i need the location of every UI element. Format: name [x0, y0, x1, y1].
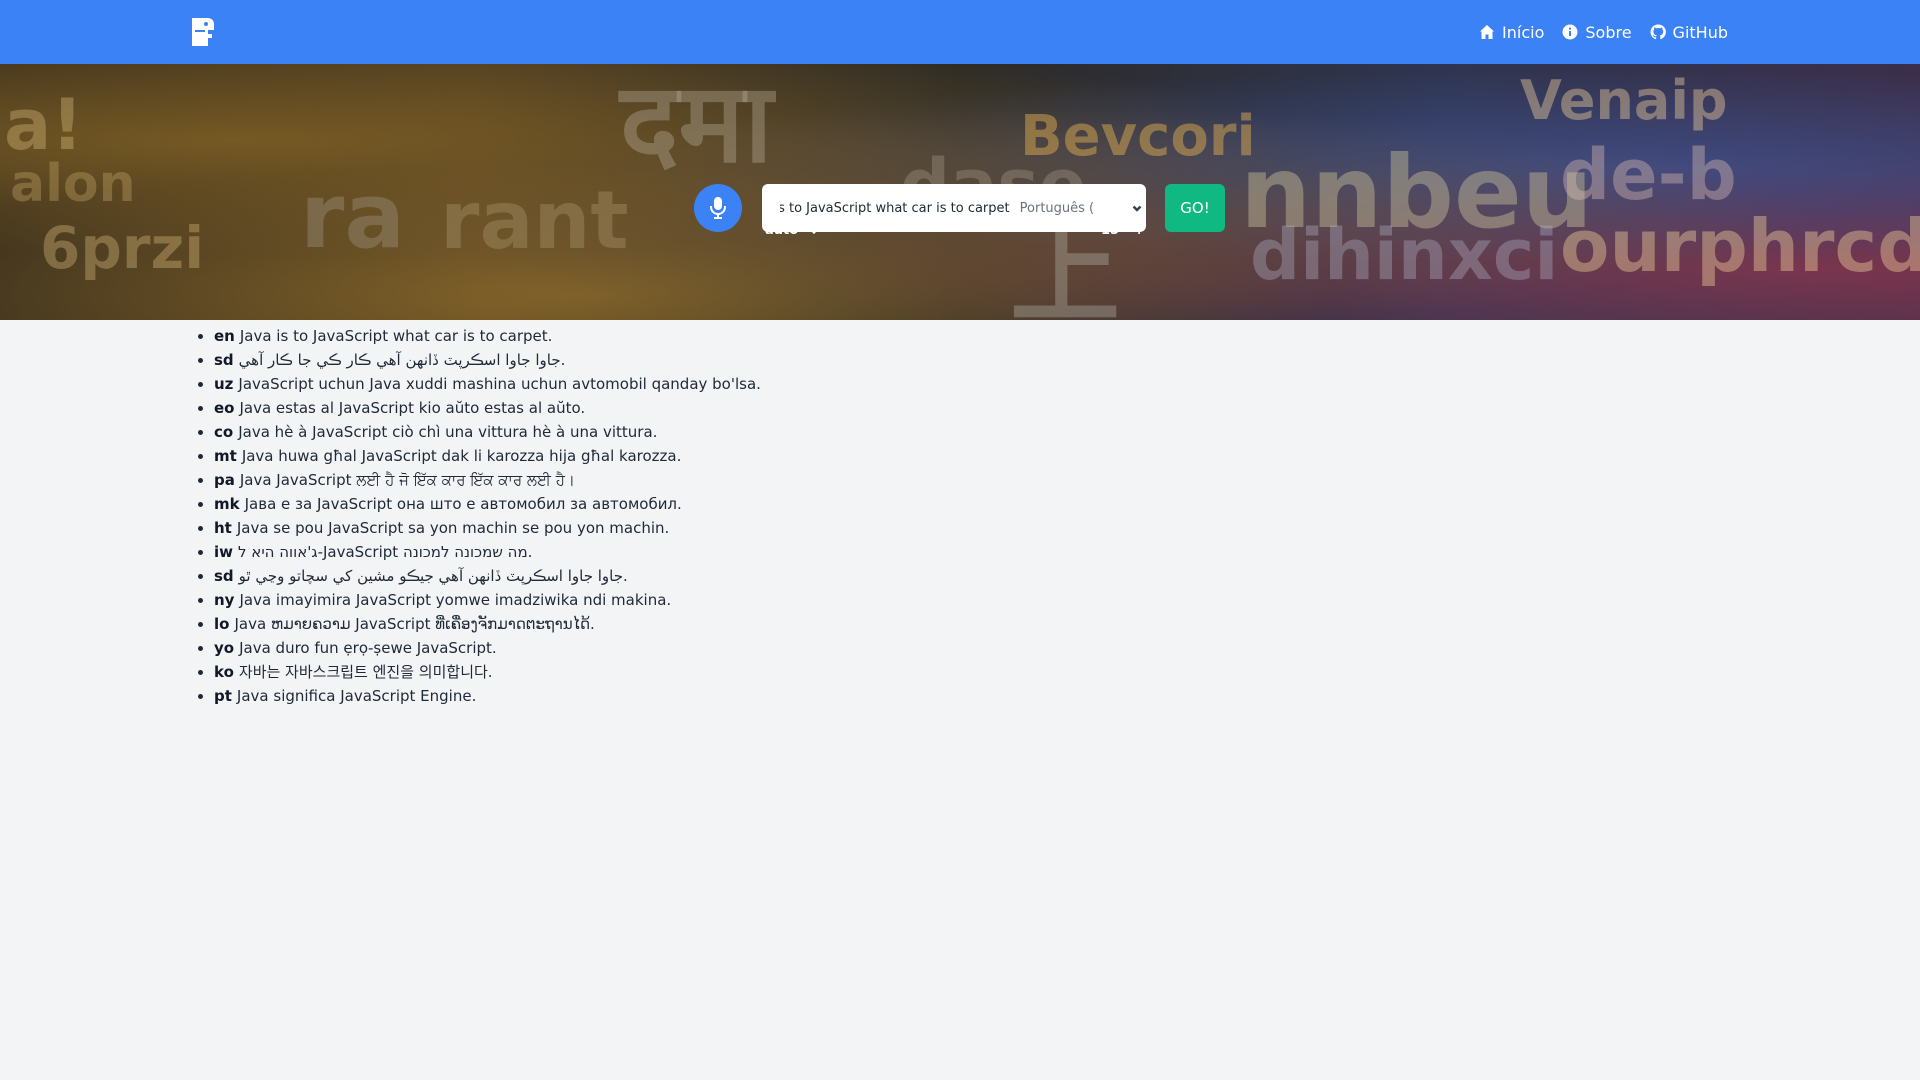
language-code: mt — [214, 447, 237, 465]
translated-text: Java significa JavaScript Engine. — [236, 687, 477, 705]
nav-link-inicio-label: Início — [1502, 22, 1545, 42]
translated-text: جاوا جاوا اسڪرپٽ ڏانهن آهي ڪار ڪي جا ڪار… — [238, 351, 566, 369]
list-item: loJava ຫມາຍຄວາມ JavaScript ທີ່ເຄື່ອງຈັກມ… — [214, 612, 761, 636]
translated-text: Java se pou JavaScript sa yon machin se … — [236, 519, 670, 537]
top-navbar: Início Sobre GitHub — [0, 0, 1920, 64]
language-code: mk — [214, 495, 240, 513]
language-code: ko — [214, 663, 234, 681]
language-code: ny — [214, 591, 235, 609]
translated-text: Java is to JavaScript what car is to car… — [239, 327, 553, 345]
list-item: ko자바는 자바스크립트 엔진을 의미합니다. — [214, 660, 761, 684]
home-icon — [1480, 25, 1495, 39]
microphone-icon — [710, 197, 726, 219]
translated-text: Java duro fun ẹrọ-ṣewe JavaScript. — [239, 639, 497, 657]
language-code: co — [214, 423, 234, 441]
list-item: eoJava estas al JavaScript kio aŭto esta… — [214, 396, 761, 420]
nav-link-inicio[interactable]: Início — [1479, 23, 1544, 42]
translated-text: ג'אווה היא ל-JavaScript מה שמכונה למכונה… — [238, 543, 533, 561]
translated-text: جاوا جاوا اسڪرپٽ ڏانهن آهي جيڪو مشين کي … — [238, 567, 628, 585]
list-item: yoJava duro fun ẹrọ-ṣewe JavaScript. — [214, 636, 761, 660]
list-item: iw ג'אווה היא ל-JavaScript מה שמכונה למכו… — [214, 540, 761, 564]
list-item: coJava hè à JavaScript ciò chì una vittu… — [214, 420, 761, 444]
translated-text: Java hè à JavaScript ciò chì una vittura… — [238, 423, 658, 441]
chevron-down-icon — [1132, 205, 1142, 212]
nav-link-github[interactable]: GitHub — [1650, 23, 1728, 42]
phrase-input[interactable] — [762, 185, 1010, 231]
translated-text: 자바는 자바스크립트 엔진을 의미합니다. — [238, 663, 493, 681]
translate-form: Português ( — [762, 184, 1146, 232]
translated-text: Java huwa għal JavaScript dak li karozza… — [241, 447, 682, 465]
translated-text: JavaScript uchun Java xuddi mashina uchu… — [238, 375, 761, 393]
nav-link-sobre-label: Sobre — [1585, 22, 1632, 42]
go-button[interactable]: GO! — [1165, 184, 1225, 232]
nav-link-sobre[interactable]: Sobre — [1562, 22, 1632, 42]
microphone-button[interactable] — [694, 184, 742, 232]
list-item: enJava is to JavaScript what car is to c… — [214, 324, 761, 348]
language-code: uz — [214, 375, 234, 393]
list-item: paJava JavaScript ਲਈ ਹੈ ਜੋ ਇੱਕ ਕਾਰ ਇੱਕ ਕ… — [214, 468, 761, 492]
language-code: en — [214, 327, 235, 345]
translated-text: Java ຫມາຍຄວາມ JavaScript ທີ່ເຄື່ອງຈັກມາດ… — [234, 615, 595, 633]
language-code: iw — [214, 543, 233, 561]
translated-text: Java JavaScript ਲਈ ਹੈ ਜੋ ਇੱਕ ਕਾਰ ਇੱਕ ਕਾਰ… — [239, 471, 576, 489]
language-code: pt — [214, 687, 232, 705]
translated-text: Java imayimira JavaScript yomwe imadziwi… — [239, 591, 672, 609]
list-item: sdجاوا جاوا اسڪرپٽ ڏانهن آهي ڪار ڪي جا ڪ… — [214, 348, 761, 372]
nav-link-github-label: GitHub — [1672, 22, 1728, 42]
info-icon — [1562, 24, 1578, 40]
language-code: ht — [214, 519, 232, 537]
app-logo-icon[interactable] — [190, 16, 216, 48]
language-code: eo — [214, 399, 235, 417]
list-item: mtJava huwa għal JavaScript dak li karoz… — [214, 444, 761, 468]
target-language-select[interactable]: Português ( — [1010, 185, 1146, 231]
list-item: htJava se pou JavaScript sa yon machin s… — [214, 516, 761, 540]
list-item: sdجاوا جاوا اسڪرپٽ ڏانهن آهي جيڪو مشين ک… — [214, 564, 761, 588]
language-code: pa — [214, 471, 235, 489]
github-icon — [1650, 24, 1666, 40]
language-code: sd — [214, 567, 234, 585]
list-item: nyJava imayimira JavaScript yomwe imadzi… — [214, 588, 761, 612]
translation-results-list: enJava is to JavaScript what car is to c… — [190, 324, 761, 708]
translated-text: Јава е за JavaScript она што е автомобил… — [244, 495, 682, 513]
list-item: uzJavaScript uchun Java xuddi mashina uc… — [214, 372, 761, 396]
nav-links: Início Sobre GitHub — [1479, 0, 1728, 64]
target-language-value: Português ( — [1019, 200, 1095, 216]
list-item: mkЈава е за JavaScript она што е автомоб… — [214, 492, 761, 516]
list-item: ptJava significa JavaScript Engine. — [214, 684, 761, 708]
translated-text: Java estas al JavaScript kio aŭto estas … — [239, 399, 586, 417]
language-code: lo — [214, 615, 230, 633]
language-code: sd — [214, 351, 234, 369]
language-code: yo — [214, 639, 235, 657]
